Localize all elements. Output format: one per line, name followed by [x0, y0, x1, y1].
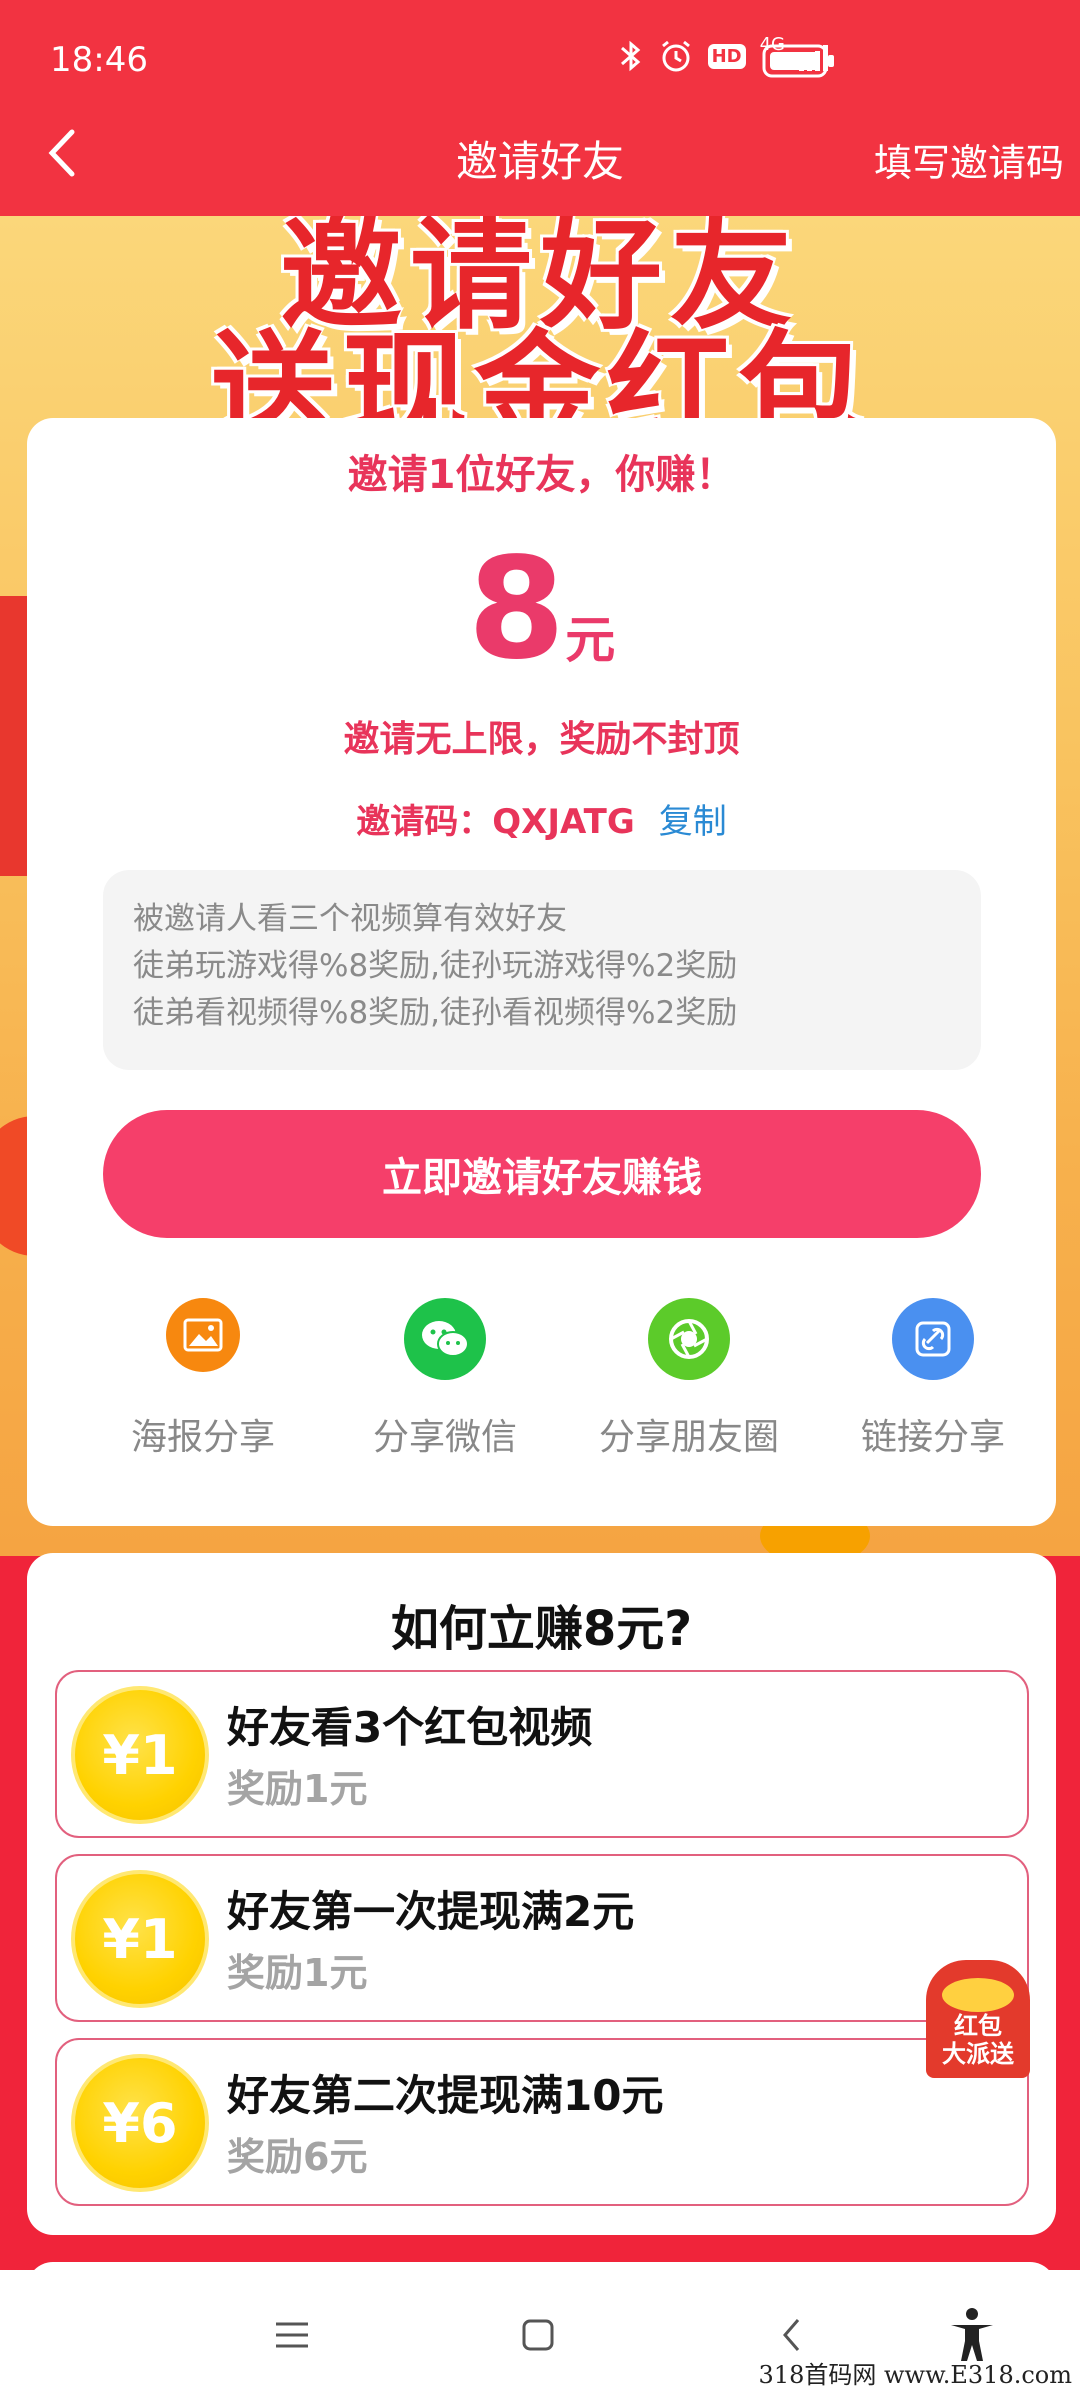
battery-icon — [762, 44, 834, 78]
invite-card: 邀请1位好友，你赚！ 8元 邀请无上限，奖励不封顶 邀请码：QXJATG 复制 被… — [27, 418, 1056, 1526]
fill-invite-code-button[interactable]: 填写邀请码 — [874, 132, 1064, 187]
invite-headline: 邀请1位好友，你赚！ — [347, 452, 736, 498]
task-item: ¥1 好友看3个红包视频 奖励1元 — [55, 1670, 1029, 1838]
status-time: 18:46 — [50, 40, 148, 80]
bluetooth-icon — [620, 40, 640, 72]
invite-rules: 被邀请人看三个视频算有效好友 徒弟玩游戏得%8奖励,徒孙玩游戏得%2奖励 徒弟看… — [103, 870, 981, 1070]
status-bar: 18:46 HD 4G — [0, 0, 1080, 120]
rule-line: 徒弟玩游戏得%8奖励,徒孙玩游戏得%2奖励 — [133, 948, 738, 984]
share-options: 海报分享 分享微信 分享朋友圈 链接分享 — [27, 1298, 1056, 1498]
copy-code-button[interactable]: 复制 — [659, 802, 727, 842]
reward-amount-unit: 元 — [565, 611, 616, 669]
top-bar: 18:46 HD 4G 邀请好友 填写邀请码 — [0, 0, 1080, 216]
reward-amount-value: 8 — [467, 528, 566, 691]
gold-coins-icon — [942, 1978, 1014, 2012]
red-envelope-label: 红包 大派送 — [926, 2012, 1030, 2068]
task-reward: 奖励1元 — [227, 1767, 368, 1811]
share-moments[interactable]: 分享朋友圈 — [569, 1298, 809, 1460]
share-moments-label: 分享朋友圈 — [598, 1417, 779, 1458]
poster-icon — [166, 1298, 240, 1372]
watermark: 318首码网 www.E318.com — [758, 2361, 1072, 2389]
badge-line1: 红包 — [954, 2012, 1002, 2040]
share-poster[interactable]: 海报分享 — [83, 1298, 323, 1460]
badge-line2: 大派送 — [942, 2040, 1014, 2068]
alarm-icon — [661, 40, 690, 72]
invite-code-row: 邀请码：QXJATG 复制 — [27, 794, 1056, 843]
rule-line: 被邀请人看三个视频算有效好友 — [133, 901, 567, 937]
share-link[interactable]: 链接分享 — [813, 1298, 1053, 1460]
home-icon[interactable] — [508, 2300, 568, 2370]
coin-icon: ¥6 — [71, 2054, 209, 2192]
share-link-label: 链接分享 — [860, 1417, 1005, 1458]
system-nav-bar: 318首码网 www.E318.com — [0, 2270, 1080, 2400]
coin-icon: ¥1 — [71, 1870, 209, 2008]
link-icon — [892, 1298, 974, 1380]
task-item: ¥1 好友第一次提现满2元 奖励1元 — [55, 1854, 1029, 2022]
how-to-earn-title: 如何立赚8元? — [390, 1601, 693, 1657]
invite-code-value: QXJATG — [492, 802, 635, 842]
invite-code-label: 邀请码： — [356, 802, 493, 842]
task-title: 好友第二次提现满10元 — [227, 2071, 664, 2120]
task-title: 好友第一次提现满2元 — [227, 1887, 635, 1936]
share-wechat[interactable]: 分享微信 — [325, 1298, 565, 1460]
menu-icon[interactable] — [262, 2300, 322, 2370]
task-title: 好友看3个红包视频 — [227, 1703, 593, 1752]
coin-icon: ¥1 — [71, 1686, 209, 1824]
task-item: ¥6 好友第二次提现满10元 奖励6元 — [55, 2038, 1029, 2206]
wechat-icon — [404, 1298, 486, 1380]
red-envelope-badge[interactable]: 红包 大派送 — [926, 1960, 1030, 2078]
moments-icon — [648, 1298, 730, 1380]
unlimited-note: 邀请无上限，奖励不封顶 — [343, 719, 740, 760]
how-to-earn-section: 如何立赚8元? ¥1 好友看3个红包视频 奖励1元 ¥1 好友第一次提现满2元 … — [27, 1553, 1056, 2235]
invite-friends-button[interactable]: 立即邀请好友赚钱 — [103, 1110, 981, 1238]
task-reward: 奖励6元 — [227, 2135, 368, 2179]
hd-icon: HD — [707, 43, 746, 69]
task-reward: 奖励1元 — [227, 1951, 368, 1995]
share-wechat-label: 分享微信 — [372, 1417, 517, 1458]
rule-line: 徒弟看视频得%8奖励,徒孙看视频得%2奖励 — [133, 995, 738, 1031]
share-poster-label: 海报分享 — [130, 1417, 275, 1458]
reward-amount: 8元 — [27, 528, 1056, 691]
